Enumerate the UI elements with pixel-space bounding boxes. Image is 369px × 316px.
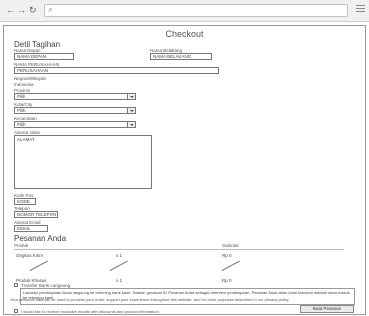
product-name: Ongkos Kirim [16, 253, 44, 258]
product-subtotal: Rp 0 [222, 278, 232, 283]
province-select[interactable]: Pilih [14, 93, 136, 100]
region-value: Indonesia [14, 82, 34, 87]
first-name-field[interactable]: NAMA DEPAN [14, 53, 74, 60]
company-field[interactable]: PERUSAHAAN [14, 67, 219, 74]
browser-toolbar: ← → ↻ ⌕ [0, 0, 369, 22]
payment-method-radio[interactable] [14, 283, 18, 287]
chevron-down-icon [127, 122, 135, 127]
region-label: Negara/Wilayah [14, 76, 47, 81]
col-product-header: Produk [14, 243, 29, 248]
newsletter-label: I would like to receive exclusive emails… [21, 309, 159, 314]
placeholder-image [221, 260, 240, 271]
address-field[interactable]: ALAMAT [14, 135, 152, 189]
chevron-down-icon [127, 108, 135, 113]
forward-arrow-icon[interactable]: → [17, 5, 26, 16]
province-select-value: Pilih [17, 94, 26, 99]
back-arrow-icon[interactable]: ← [6, 5, 15, 16]
chevron-down-icon [127, 94, 135, 99]
placeholder-image [29, 260, 48, 271]
district-select[interactable]: Pilih [14, 121, 136, 128]
place-order-button[interactable]: Buat Pesanan [300, 305, 354, 313]
district-select-value: Pilih [17, 122, 26, 127]
postcode-field[interactable]: KODE [14, 198, 36, 205]
privacy-text: Your personal data will be used to proce… [10, 297, 290, 302]
menu-icon[interactable] [356, 5, 365, 14]
city-select[interactable]: Pilih [14, 107, 136, 114]
page-title: Checkout [165, 29, 204, 39]
newsletter-checkbox[interactable] [14, 309, 18, 313]
email-field[interactable]: EMAIL [14, 225, 48, 232]
product-qty: x 1 [116, 278, 123, 283]
order-heading: Pesanan Anda [14, 234, 67, 243]
city-select-value: Pilih [17, 108, 26, 113]
last-name-field[interactable]: NAMA BELAKANG [150, 53, 212, 60]
divider [14, 249, 344, 250]
phone-field[interactable]: NOMOR TELEPON [14, 211, 58, 218]
address-value: ALAMAT [17, 137, 35, 142]
product-qty: x 1 [116, 253, 123, 258]
address-bar[interactable] [44, 4, 348, 17]
col-subtotal-header: Subtotal [222, 243, 239, 248]
product-subtotal: Rp 0 [222, 253, 232, 258]
search-icon: ⌕ [48, 4, 54, 14]
reload-icon[interactable]: ↻ [29, 5, 37, 16]
placeholder-image [109, 260, 128, 271]
checkout-page: Checkout Detil Tagihan Nama Depan NAMA D… [3, 25, 366, 315]
